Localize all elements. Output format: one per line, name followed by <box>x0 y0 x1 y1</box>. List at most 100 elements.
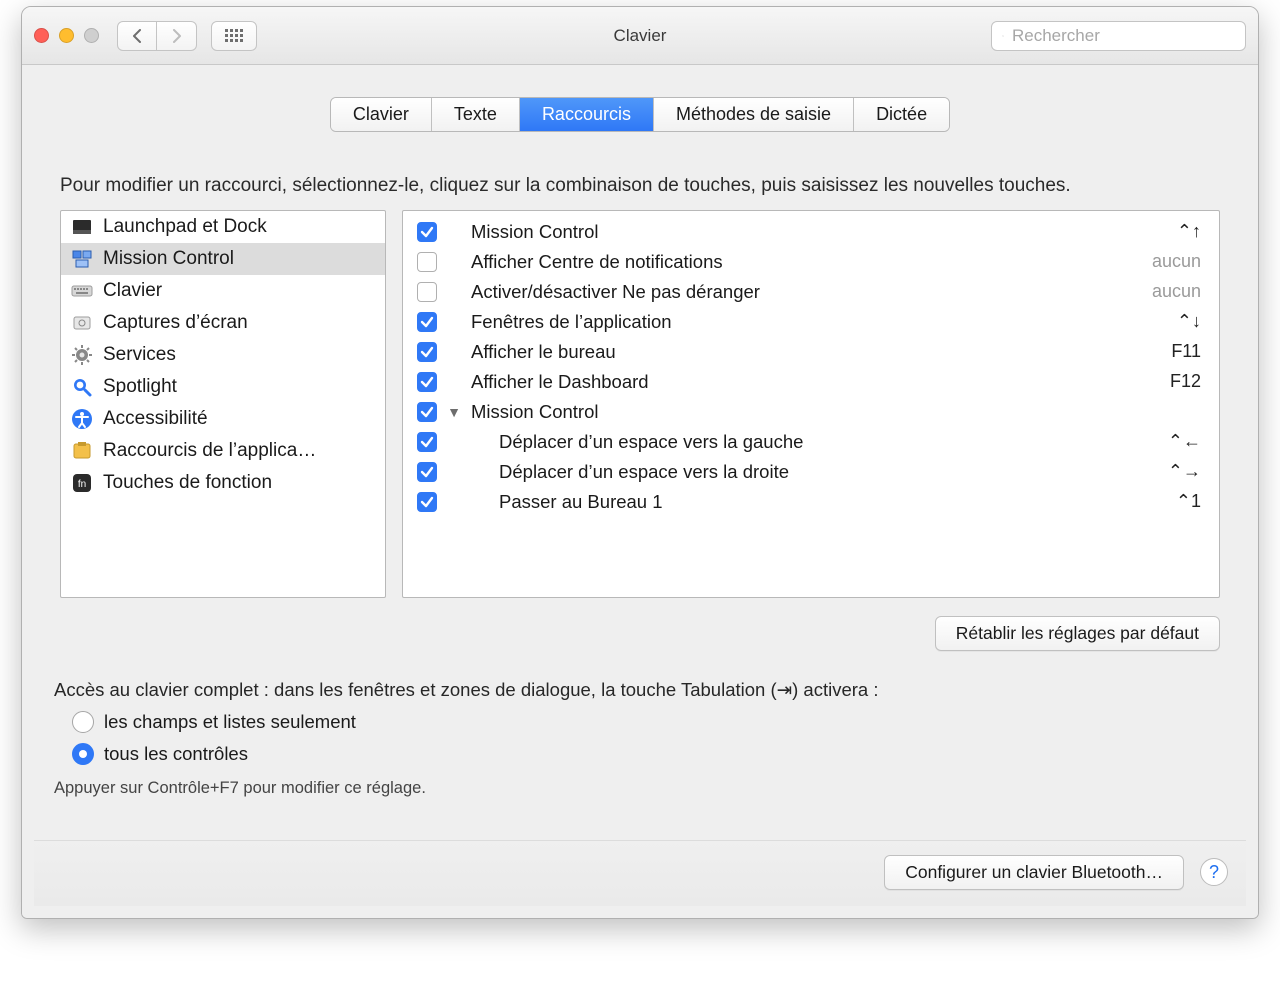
minimize-window-button[interactable] <box>59 28 74 43</box>
shortcut-label: Mission Control <box>471 401 1191 423</box>
category-list[interactable]: Launchpad et Dock Mission Control Clavier C… <box>60 210 386 598</box>
disclosure-triangle-icon[interactable]: ▼ <box>447 404 461 420</box>
close-window-button[interactable] <box>34 28 49 43</box>
tab-raccourcis[interactable]: Raccourcis <box>520 98 654 131</box>
shortcut-key[interactable]: aucun <box>1152 251 1201 272</box>
shortcut-row[interactable]: ▼ Mission Control <box>403 397 1219 427</box>
appshortcuts-icon <box>71 440 93 462</box>
radio-all-controls[interactable]: tous les contrôles <box>72 743 1246 765</box>
accessibility-icon <box>71 408 93 430</box>
shortcut-label: Mission Control <box>471 221 1167 243</box>
shortcut-label: Déplacer d’un espace vers la gauche <box>471 431 1158 453</box>
shortcut-label: Afficher Centre de notifications <box>471 251 1142 273</box>
search-field[interactable] <box>991 21 1246 51</box>
category-label: Raccourcis de l’applica… <box>103 440 316 462</box>
search-input[interactable] <box>1010 25 1235 47</box>
category-label: Clavier <box>103 280 162 302</box>
mission-icon <box>71 248 93 270</box>
shortcut-key[interactable]: F11 <box>1171 341 1201 362</box>
full-keyboard-access-options: les champs et listes seulement tous les … <box>72 711 1246 765</box>
shortcut-key[interactable]: F12 <box>1170 371 1201 392</box>
shortcut-checkbox[interactable] <box>417 282 437 302</box>
shortcut-row[interactable]: Mission Control ⌃↑ <box>403 217 1219 247</box>
shortcut-row[interactable]: Déplacer d’un espace vers la gauche ⌃← <box>403 427 1219 457</box>
category-item[interactable]: Mission Control <box>61 243 385 275</box>
nav-back-forward <box>117 21 197 51</box>
category-item[interactable]: Services <box>61 339 385 371</box>
gear-icon <box>71 344 93 366</box>
shortcut-label: Passer au Bureau 1 <box>471 491 1166 513</box>
preferences-window: Clavier Clavier Texte Raccourcis Méthode… <box>21 6 1259 919</box>
shortcut-label: Afficher le bureau <box>471 341 1161 363</box>
window-controls <box>34 28 99 43</box>
category-item[interactable]: fn Touches de fonction <box>61 467 385 499</box>
shortcut-key[interactable]: ⌃↓ <box>1177 311 1201 332</box>
category-label: Spotlight <box>103 376 177 398</box>
fn-icon: fn <box>71 472 93 494</box>
shortcut-label: Activer/désactiver Ne pas déranger <box>471 281 1142 303</box>
category-item[interactable]: Captures d’écran <box>61 307 385 339</box>
shortcut-checkbox[interactable] <box>417 222 437 242</box>
spotlight-icon <box>71 376 93 398</box>
tab-dictee[interactable]: Dictée <box>854 98 949 131</box>
shortcut-checkbox[interactable] <box>417 402 437 422</box>
shortcut-label: Déplacer d’un espace vers la droite <box>471 461 1158 483</box>
category-item[interactable]: Spotlight <box>61 371 385 403</box>
shortcut-checkbox[interactable] <box>417 492 437 512</box>
category-label: Launchpad et Dock <box>103 216 267 238</box>
shortcut-label: Fenêtres de l’application <box>471 311 1167 333</box>
help-button[interactable]: ? <box>1200 858 1228 886</box>
back-button[interactable] <box>117 21 157 51</box>
search-icon <box>1002 28 1004 44</box>
grid-icon <box>225 29 243 43</box>
category-item[interactable]: Raccourcis de l’applica… <box>61 435 385 467</box>
category-item[interactable]: Clavier <box>61 275 385 307</box>
screenshot-icon <box>71 312 93 334</box>
shortcut-key[interactable]: ⌃→ <box>1168 461 1201 482</box>
shortcut-checkbox[interactable] <box>417 312 437 332</box>
shortcut-key[interactable]: ⌃1 <box>1176 491 1201 512</box>
tab-bar: Clavier Texte Raccourcis Méthodes de sai… <box>330 97 950 132</box>
shortcut-list[interactable]: Mission Control ⌃↑ Afficher Centre de noti… <box>402 210 1220 598</box>
shortcut-checkbox[interactable] <box>417 372 437 392</box>
shortcut-key[interactable]: ⌃← <box>1168 431 1201 452</box>
shortcut-checkbox[interactable] <box>417 462 437 482</box>
shortcut-row[interactable]: Afficher Centre de notifications aucun <box>403 247 1219 277</box>
show-all-prefs-button[interactable] <box>211 21 257 51</box>
tab-methodes-saisie[interactable]: Méthodes de saisie <box>654 98 854 131</box>
category-label: Accessibilité <box>103 408 208 430</box>
category-item[interactable]: Accessibilité <box>61 403 385 435</box>
shortcut-row[interactable]: Fenêtres de l’application ⌃↓ <box>403 307 1219 337</box>
radio-label: tous les contrôles <box>104 743 248 765</box>
zoom-window-button[interactable] <box>84 28 99 43</box>
full-keyboard-access-label: Accès au clavier complet : dans les fenê… <box>54 679 1226 701</box>
shortcut-row[interactable]: Activer/désactiver Ne pas déranger aucun <box>403 277 1219 307</box>
restore-defaults-button[interactable]: Rétablir les réglages par défaut <box>935 616 1220 651</box>
tab-texte[interactable]: Texte <box>432 98 520 131</box>
shortcut-row[interactable]: Déplacer d’un espace vers la droite ⌃→ <box>403 457 1219 487</box>
launchpad-icon <box>71 216 93 238</box>
shortcut-label: Afficher le Dashboard <box>471 371 1160 393</box>
shortcut-key[interactable]: aucun <box>1152 281 1201 302</box>
shortcut-checkbox[interactable] <box>417 432 437 452</box>
category-label: Captures d’écran <box>103 312 248 334</box>
configure-bluetooth-keyboard-button[interactable]: Configurer un clavier Bluetooth… <box>884 855 1184 890</box>
forward-button[interactable] <box>157 21 197 51</box>
titlebar: Clavier <box>22 7 1258 65</box>
svg-text:fn: fn <box>78 479 86 490</box>
category-label: Mission Control <box>103 248 234 270</box>
shortcut-checkbox[interactable] <box>417 252 437 272</box>
category-label: Touches de fonction <box>103 472 272 494</box>
radio-text-fields-only[interactable]: les champs et listes seulement <box>72 711 1246 733</box>
tab-clavier[interactable]: Clavier <box>331 98 432 131</box>
instructions-text: Pour modifier un raccourci, sélectionnez… <box>60 172 1220 200</box>
shortcut-row[interactable]: Passer au Bureau 1 ⌃1 <box>403 487 1219 517</box>
category-label: Services <box>103 344 176 366</box>
shortcut-row[interactable]: Afficher le bureau F11 <box>403 337 1219 367</box>
shortcut-row[interactable]: Afficher le Dashboard F12 <box>403 367 1219 397</box>
radio-label: les champs et listes seulement <box>104 711 356 733</box>
shortcut-checkbox[interactable] <box>417 342 437 362</box>
footer: Configurer un clavier Bluetooth… ? <box>34 840 1246 906</box>
shortcut-key[interactable]: ⌃↑ <box>1177 221 1201 242</box>
category-item[interactable]: Launchpad et Dock <box>61 211 385 243</box>
